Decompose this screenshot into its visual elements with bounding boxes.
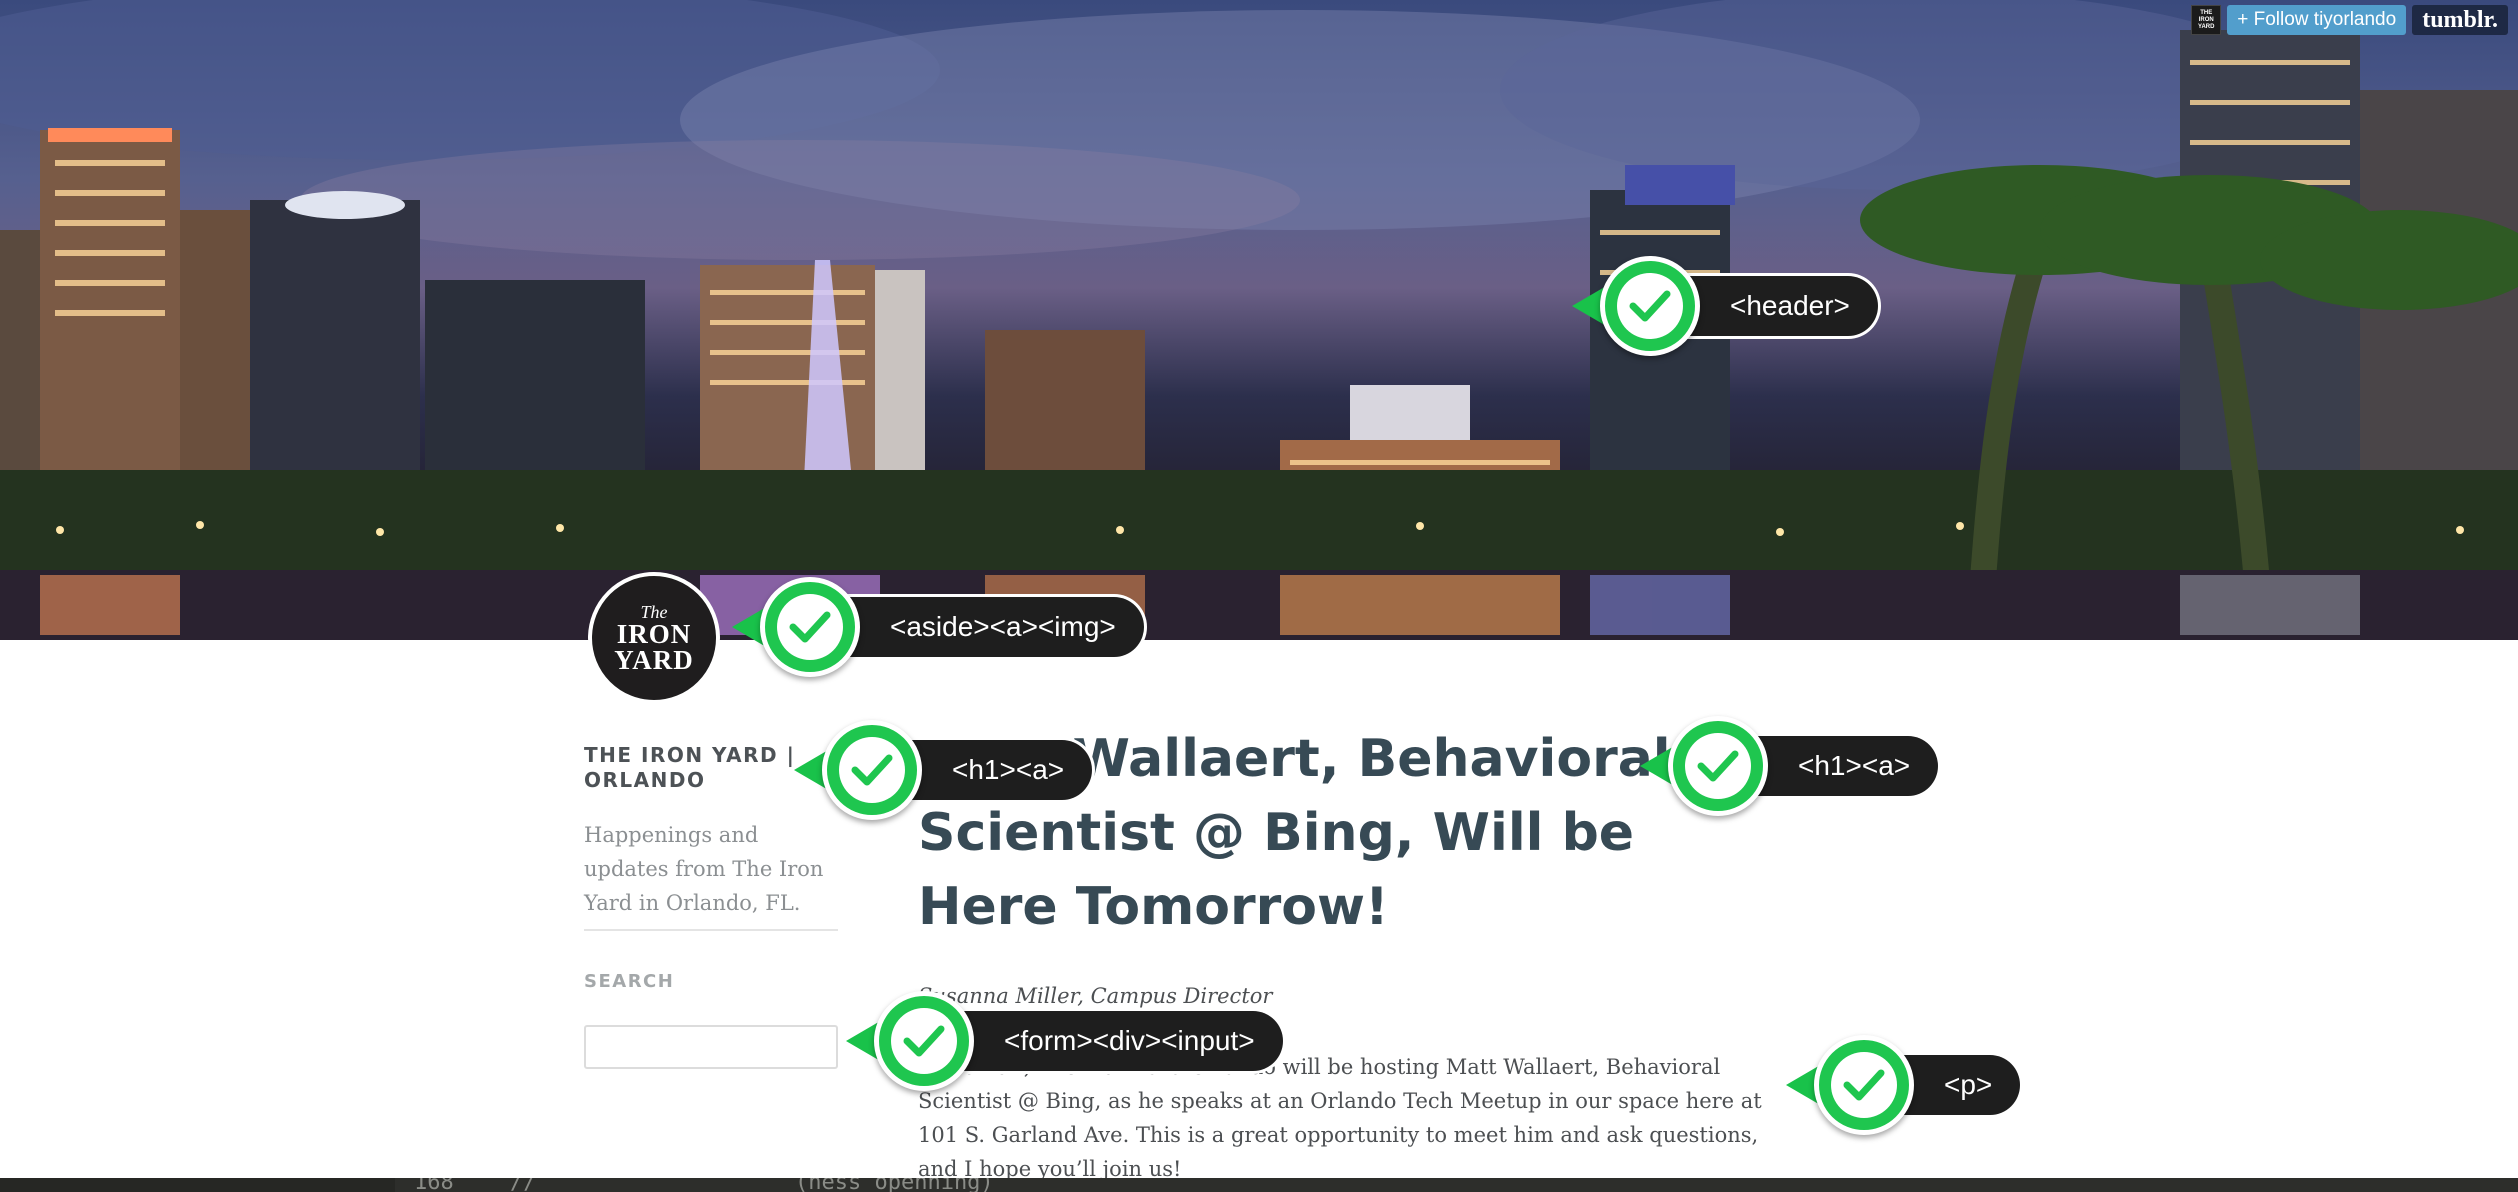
city-skyline-image	[0, 0, 2518, 640]
line-number: 168	[414, 1178, 454, 1192]
editor-gutter	[0, 1178, 395, 1192]
search-label: SEARCH	[584, 971, 675, 992]
code-comment: //	[510, 1178, 537, 1192]
check-icon	[1668, 716, 1768, 816]
annotation-badge-paragraph: <p>	[1786, 1035, 2040, 1135]
check-icon	[1600, 256, 1700, 356]
annotation-badge-search-form: <form><div><input>	[846, 991, 1326, 1091]
sidebar-divider	[584, 929, 838, 931]
post-byline: Susanna Miller, Campus Director	[918, 984, 1273, 1008]
check-icon	[760, 577, 860, 677]
tumblr-controls: THE IRON YARD + Follow tiyorlando tumblr…	[2191, 5, 2508, 35]
annotation-badge-site-title: <h1><a>	[794, 720, 1124, 820]
logo-yard: YARD	[614, 645, 694, 675]
code-editor-strip: 168 // (ness_openning)	[0, 1178, 2518, 1192]
annotation-badge-header: <header>	[1572, 256, 1902, 356]
annotation-badge-post-title: <h1><a>	[1640, 716, 1970, 816]
header-banner: THE IRON YARD + Follow tiyorlando tumblr…	[0, 0, 2518, 640]
code-text: (ness_openning)	[795, 1178, 994, 1192]
tumblr-blog-avatar[interactable]: THE IRON YARD	[2191, 5, 2222, 35]
check-icon	[822, 720, 922, 820]
check-icon	[1814, 1035, 1914, 1135]
search-input[interactable]	[584, 1025, 838, 1069]
check-icon	[874, 991, 974, 1091]
site-description: Happenings and updates from The Iron Yar…	[584, 823, 824, 915]
annotation-badge-aside: <aside><a><img>	[732, 577, 1182, 677]
tumblr-logo[interactable]: tumblr.	[2412, 5, 2508, 35]
follow-button[interactable]: + Follow tiyorlando	[2227, 5, 2407, 35]
logo-iron: IRON	[616, 619, 692, 649]
iron-yard-logo[interactable]: The IRON YARD	[588, 572, 720, 704]
